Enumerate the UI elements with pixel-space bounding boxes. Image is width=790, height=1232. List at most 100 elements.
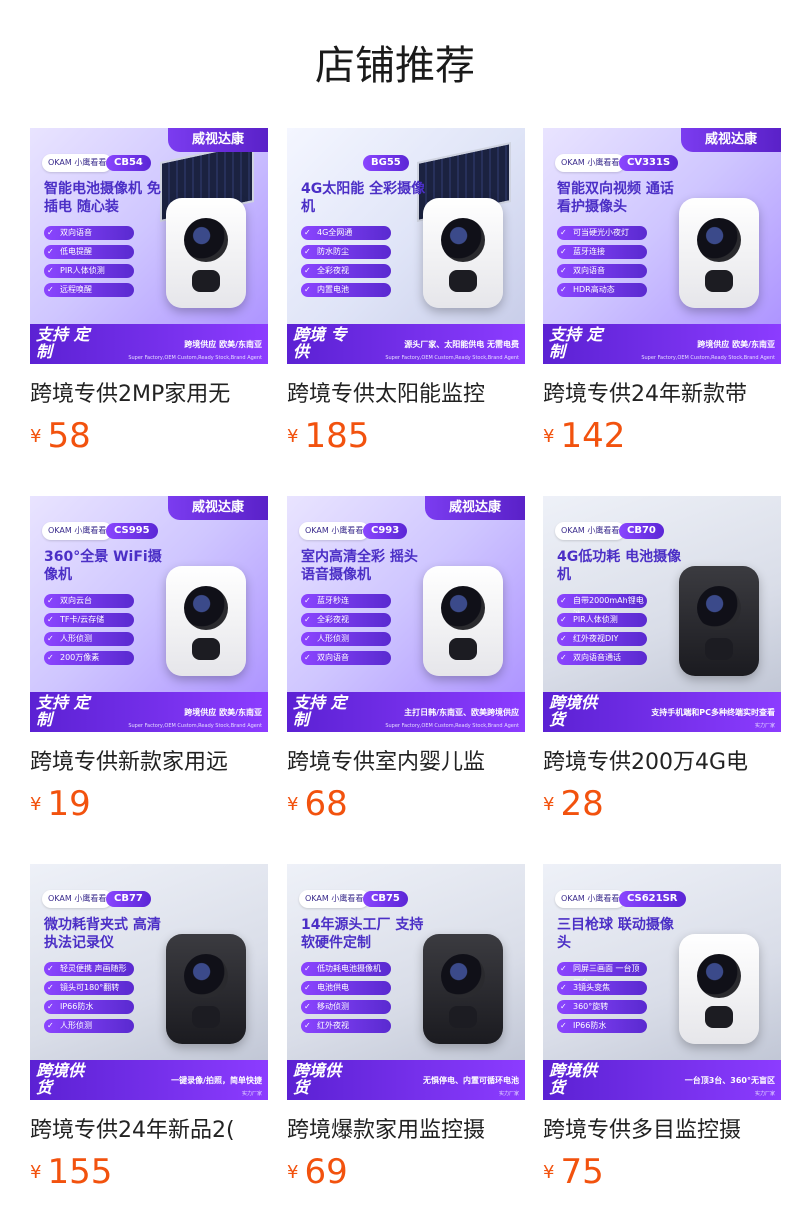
product-card[interactable]: 威视达康 OKAM 小鹰看看 C993 室内高清全彩 摇头语音摄像机 蓝牙秒连全… (287, 496, 525, 824)
promo-tag: 跨境供货 (293, 1061, 342, 1097)
currency-symbol: ¥ (30, 425, 42, 447)
product-name[interactable]: 跨境专供24年新款带 (543, 380, 781, 410)
product-image[interactable]: 威视达康 OKAM 小鹰看看 C993 室内高清全彩 摇头语音摄像机 蓝牙秒连全… (287, 496, 525, 732)
camera-sensor-icon (192, 1006, 220, 1028)
product-price: ¥142 (543, 416, 625, 456)
product-price: ¥155 (30, 1152, 112, 1192)
feature-tag: PIR人体侦测 (557, 613, 647, 627)
camera-icon (679, 934, 759, 1044)
model-badge: CB70 (619, 523, 664, 539)
feature-tag: 双向语音通话 (557, 651, 647, 665)
promo-tag: 跨境供货 (36, 1061, 85, 1097)
camera-sensor-icon (449, 1006, 477, 1028)
product-card[interactable]: OKAM 小鹰看看 CS621SR 三目枪球 联动摄像头 同屏三画面 一台顶三台… (543, 864, 781, 1192)
promo-text: 跨境供应 欧美/东南亚 (697, 340, 775, 349)
product-name[interactable]: 跨境专供200万4G电 (543, 748, 781, 778)
model-badge: BG55 (363, 155, 409, 171)
feature-list: 轻灵便携 声画随形镜头可180°翻转 IP66防水人形侦测 (44, 962, 134, 1038)
promo-subtext: 实力厂家 (754, 723, 775, 729)
product-image[interactable]: OKAM 小鹰看看 CB77 微功耗背夹式 高清执法记录仪 轻灵便携 声画随形镜… (30, 864, 268, 1100)
product-image[interactable]: 威视达康 OKAM 小鹰看看 CV331S 智能双向视频 通话看护摄像头 可当硬… (543, 128, 781, 364)
product-name[interactable]: 跨境专供24年新品2( (30, 1116, 268, 1146)
product-headline: 4G太阳能 全彩摄像机 (301, 181, 426, 215)
product-card[interactable]: 威视达康 OKAM 小鹰看看 CV331S 智能双向视频 通话看护摄像头 可当硬… (543, 128, 781, 456)
feature-tag: IP66防水 (557, 1019, 647, 1033)
feature-list: 双向语音低电提醒 PIR人体侦测远程唤醒 (44, 226, 134, 302)
price-value: 155 (47, 1152, 113, 1192)
feature-list: 可当硬光小夜灯蓝牙连接双向语音 HDR高动态 (557, 226, 647, 302)
product-card[interactable]: 威视达康 OKAM 小鹰看看 CB54 智能电池摄像机 免插电 随心装 双向语音… (30, 128, 268, 456)
feature-tag: 低电提醒 (44, 245, 134, 259)
product-image[interactable]: OKAM 小鹰看看 CS621SR 三目枪球 联动摄像头 同屏三画面 一台顶三台… (543, 864, 781, 1100)
product-name[interactable]: 跨境爆款家用监控摄 (287, 1116, 525, 1146)
product-name[interactable]: 跨境专供多目监控摄 (543, 1116, 781, 1146)
product-name[interactable]: 跨境专供太阳能监控 (287, 380, 525, 410)
model-badge: CB75 (363, 891, 408, 907)
product-price: ¥75 (543, 1152, 604, 1192)
product-card[interactable]: 威视达康 OKAM 小鹰看看 CS995 360°全景 WiFi摄像机 双向云台… (30, 496, 268, 824)
feature-tag: 全彩夜视 (301, 613, 391, 627)
camera-lens-icon (697, 954, 741, 998)
currency-symbol: ¥ (543, 1161, 555, 1183)
brand-logo: OKAM 小鹰看看 (555, 890, 626, 908)
page-title: 店铺推荐 (315, 43, 475, 89)
product-headline: 三目枪球 联动摄像头 (557, 917, 674, 951)
currency-symbol: ¥ (30, 793, 42, 815)
model-badge: CB77 (106, 891, 151, 907)
product-image[interactable]: BG55 4G太阳能 全彩摄像机 4G全网通防水防尘全彩夜视内置电池 跨境 专供… (287, 128, 525, 364)
product-price: ¥19 (30, 784, 91, 824)
brand-logo: OKAM 小鹰看看 (555, 154, 626, 172)
promo-tag: 支持 定制 (293, 693, 347, 729)
product-card[interactable]: OKAM 小鹰看看 CB70 4G低功耗 电池摄像机 自带2000mAh锂电池P… (543, 496, 781, 824)
product-name[interactable]: 跨境专供室内婴儿监 (287, 748, 525, 778)
promo-tag: 支持 定制 (36, 693, 90, 729)
camera-sensor-icon (705, 270, 733, 292)
feature-tag: 双向云台 (44, 594, 134, 608)
product-card[interactable]: BG55 4G太阳能 全彩摄像机 4G全网通防水防尘全彩夜视内置电池 跨境 专供… (287, 128, 525, 456)
feature-tag: 红外夜视 (301, 1019, 391, 1033)
camera-sensor-icon (449, 638, 477, 660)
camera-sensor-icon (449, 270, 477, 292)
product-price: ¥28 (543, 784, 604, 824)
feature-tag: 红外夜视DIY (557, 632, 647, 646)
product-card[interactable]: OKAM 小鹰看看 CB77 微功耗背夹式 高清执法记录仪 轻灵便携 声画随形镜… (30, 864, 268, 1192)
feature-tag: 低功耗电池摄像机 (301, 962, 391, 976)
feature-tag: 蓝牙秒连 (301, 594, 391, 608)
promo-subtext: 实力厂家 (241, 1091, 262, 1097)
product-name[interactable]: 跨境专供2MP家用无 (30, 380, 268, 410)
feature-tag: IP66防水 (44, 1000, 134, 1014)
price-value: 68 (304, 784, 348, 824)
price-value: 19 (47, 784, 91, 824)
product-image[interactable]: 威视达康 OKAM 小鹰看看 CB54 智能电池摄像机 免插电 随心装 双向语音… (30, 128, 268, 364)
feature-tag: 内置电池 (301, 283, 391, 297)
camera-sensor-icon (192, 270, 220, 292)
currency-symbol: ¥ (287, 793, 299, 815)
feature-list: 双向云台 TF卡/云存储人形侦测 200万像素 (44, 594, 134, 670)
promo-text: 源头厂家、太阳能供电 无需电费 (404, 340, 519, 349)
product-price: ¥69 (287, 1152, 348, 1192)
promo-tag: 跨境 专供 (293, 325, 347, 361)
camera-icon (423, 566, 503, 676)
product-image[interactable]: OKAM 小鹰看看 CB70 4G低功耗 电池摄像机 自带2000mAh锂电池P… (543, 496, 781, 732)
promo-subtext: 实力厂家 (754, 1091, 775, 1097)
product-headline: 微功耗背夹式 高清执法记录仪 (44, 917, 161, 951)
product-image[interactable]: OKAM 小鹰看看 CB75 14年源头工厂 支持软硬件定制 低功耗电池摄像机电… (287, 864, 525, 1100)
promo-tag: 跨境供货 (549, 693, 598, 729)
currency-symbol: ¥ (543, 425, 555, 447)
price-value: 142 (560, 416, 626, 456)
brand-logo: OKAM 小鹰看看 (42, 154, 113, 172)
feature-list: 4G全网通防水防尘全彩夜视内置电池 (301, 226, 391, 302)
product-image[interactable]: 威视达康 OKAM 小鹰看看 CS995 360°全景 WiFi摄像机 双向云台… (30, 496, 268, 732)
product-headline: 室内高清全彩 摇头语音摄像机 (301, 549, 418, 583)
feature-tag: 人形侦测 (44, 632, 134, 646)
promo-subtext: Super Factory,OEM Custom,Ready Stock,Bra… (385, 355, 519, 361)
feature-tag: 双向语音 (44, 226, 134, 240)
camera-lens-icon (441, 954, 485, 998)
feature-tag: HDR高动态 (557, 283, 647, 297)
camera-lens-icon (184, 586, 228, 630)
promo-tag: 支持 定制 (36, 325, 90, 361)
product-name[interactable]: 跨境专供新款家用远 (30, 748, 268, 778)
feature-tag: 镜头可180°翻转 (44, 981, 134, 995)
product-card[interactable]: OKAM 小鹰看看 CB75 14年源头工厂 支持软硬件定制 低功耗电池摄像机电… (287, 864, 525, 1192)
promo-subtext: Super Factory,OEM Custom,Ready Stock,Bra… (385, 723, 519, 729)
